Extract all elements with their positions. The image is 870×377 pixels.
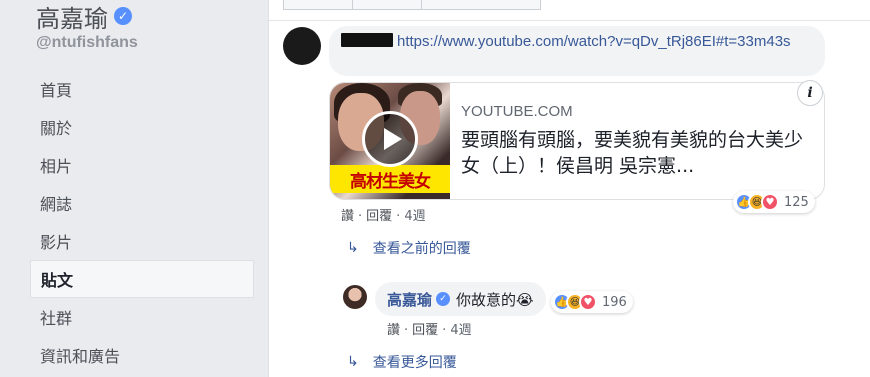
like-link[interactable]: 讚 <box>341 209 354 224</box>
view-previous-replies-label[interactable]: 查看之前的回覆 <box>373 238 471 258</box>
comment-link[interactable]: https://www.youtube.com/watch?v=qDv_tRj8… <box>397 33 791 50</box>
love-reaction-icon: ♥ <box>761 193 779 211</box>
sidebar-item-community[interactable]: 社群 <box>30 298 254 336</box>
like-link[interactable]: 讚 <box>387 323 400 338</box>
reply-link[interactable]: 回覆 <box>412 323 438 338</box>
page-name-text[interactable]: 高嘉瑜 <box>36 0 108 34</box>
sidebar-item-posts[interactable]: 貼文 <box>30 260 254 298</box>
reaction-summary[interactable]: 👍 😆 ♥ 125 <box>733 191 815 213</box>
sidebar-item-notes[interactable]: 網誌 <box>30 184 254 222</box>
sidebar-item-info-and-ads[interactable]: 資訊和廣告 <box>30 336 254 374</box>
play-icon[interactable] <box>362 111 418 167</box>
main-content: https://www.youtube.com/watch?v=qDv_tRj8… <box>268 0 870 377</box>
reply-actions: 讚 · 回覆 · 4週 <box>387 323 472 338</box>
post-action-button[interactable] <box>352 0 422 10</box>
reply-author-name[interactable]: 高嘉瑜 <box>387 289 432 310</box>
sidebar-item-about[interactable]: 關於 <box>30 108 254 146</box>
thumbnail-caption: 高材生美女 <box>330 165 450 193</box>
reply-arrow-icon: ↳ <box>347 354 359 370</box>
redacted-name <box>341 33 393 47</box>
post-action-button[interactable] <box>283 0 353 10</box>
sidebar-nav: 首頁 關於 相片 網誌 影片 貼文 社群 資訊和廣告 <box>30 70 254 374</box>
verified-badge-icon: ✓ <box>114 7 132 25</box>
link-preview-card[interactable]: 高材生美女 YOUTUBE.COM 要頭腦有頭腦，要美貌有美貌的台大美少女（上）… <box>329 82 825 200</box>
reply-arrow-icon: ↳ <box>347 240 359 256</box>
reply-time[interactable]: 4週 <box>450 323 471 338</box>
post-action-button[interactable] <box>421 0 541 10</box>
verified-badge-icon: ✓ <box>436 292 451 306</box>
comment-bubble: https://www.youtube.com/watch?v=qDv_tRj8… <box>329 26 825 76</box>
view-previous-replies[interactable]: ↳ 查看之前的回覆 <box>347 238 471 258</box>
reaction-count: 125 <box>784 194 809 210</box>
sidebar-item-videos[interactable]: 影片 <box>30 222 254 260</box>
page-title[interactable]: 高嘉瑜 ✓ <box>36 0 132 34</box>
reply-bubble: 高嘉瑜 ✓ 你故意的😭 <box>375 282 546 316</box>
reaction-count: 196 <box>602 294 627 310</box>
divider <box>269 20 870 21</box>
reply-reaction-summary[interactable]: 👍 😆 ♥ 196 <box>551 291 633 313</box>
love-reaction-icon: ♥ <box>579 293 597 311</box>
preview-source: YOUTUBE.COM <box>461 103 573 120</box>
reply-text: 你故意的😭 <box>456 290 534 309</box>
post-action-bar <box>283 0 541 10</box>
video-thumbnail[interactable]: 高材生美女 <box>330 83 450 199</box>
reply-author-avatar[interactable] <box>343 285 367 309</box>
sidebar-item-photos[interactable]: 相片 <box>30 146 254 184</box>
reply-link[interactable]: 回覆 <box>366 209 392 224</box>
commenter-avatar[interactable] <box>283 27 321 65</box>
page-handle[interactable]: @ntufishfans <box>36 34 138 52</box>
view-more-replies-label[interactable]: 查看更多回覆 <box>373 352 457 372</box>
view-more-replies[interactable]: ↳ 查看更多回覆 <box>347 352 457 372</box>
page-sidebar: 高嘉瑜 ✓ @ntufishfans 首頁 關於 相片 網誌 影片 貼文 社群 … <box>0 0 268 377</box>
comment-actions: 讚 · 回覆 · 4週 <box>341 209 426 224</box>
comment-time[interactable]: 4週 <box>404 209 425 224</box>
sidebar-item-home[interactable]: 首頁 <box>30 70 254 108</box>
info-icon[interactable]: i <box>797 80 823 106</box>
preview-title[interactable]: 要頭腦有頭腦，要美貌有美貌的台大美少女（上）！侯昌明 吳宗憲... <box>461 127 811 179</box>
